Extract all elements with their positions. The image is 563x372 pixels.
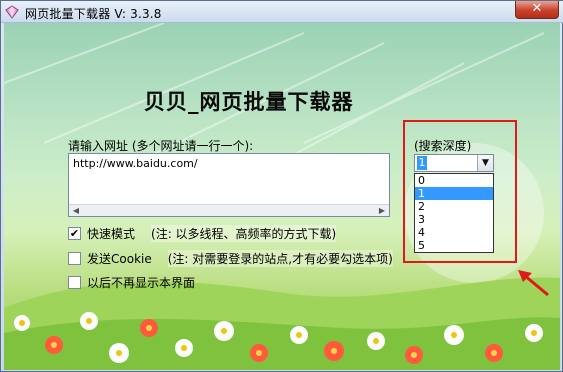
depth-option-4[interactable]: 4 [415,226,493,239]
send-cookie-label: 发送Cookie [87,251,152,266]
send-cookie-checkbox[interactable] [68,251,81,265]
url-input-label: 请输入网址 (多个网址请一行一个): [68,139,254,153]
scroll-right-icon[interactable]: ▶ [376,206,388,216]
depth-option-0[interactable]: 0 [415,174,493,187]
depth-option-3[interactable]: 3 [415,213,493,226]
url-value: http://www.baidu.com/ [73,157,198,170]
page-title: 贝贝_网页批量下载器 [144,90,354,114]
depth-option-2[interactable]: 2 [415,200,493,213]
horizontal-scrollbar[interactable]: ◀ ▶ [69,204,389,216]
option-send-cookie[interactable]: 发送Cookie (注: 对需要登录的站点,才有必要勾选本项) [68,249,393,267]
depth-option-1[interactable]: 1 [415,187,493,200]
close-icon: ✕ [531,1,543,16]
search-depth-value: 1 [417,156,427,170]
option-fast-mode[interactable]: ✔ 快速模式 (注: 以多线程、高频率的方式下载) [68,224,337,242]
red-arrow-icon [518,270,549,297]
search-depth-options[interactable]: 0 1 2 3 4 5 [414,173,494,253]
search-depth-label: (搜索深度) [414,139,472,153]
title-bar[interactable]: 网页批量下载器 V: 3.3.8 ✕ [1,1,563,23]
chevron-down-icon[interactable]: ▼ [477,155,493,171]
dont-show-again-label: 以后不再显示本界面 [87,275,196,290]
fast-mode-label: 快速模式 [87,226,136,241]
client-area: 贝贝_网页批量下载器 请输入网址 (多个网址请一行一个): http://www… [4,23,560,370]
fast-mode-checkbox[interactable]: ✔ [68,226,81,240]
dont-show-again-checkbox[interactable] [68,275,81,289]
scroll-left-icon[interactable]: ◀ [70,206,82,216]
url-textarea[interactable]: http://www.baidu.com/ ◀ ▶ [68,153,390,217]
fast-mode-note: (注: 以多线程、高频率的方式下载) [151,224,337,242]
app-window: 网页批量下载器 V: 3.3.8 ✕ 贝贝_网页批量下载器 请输入网址 (多个网… [0,0,563,372]
option-dont-show-again[interactable]: 以后不再显示本界面 [68,274,211,290]
search-depth-select[interactable]: 1 ▼ [414,154,494,172]
send-cookie-note: (注: 对需要登录的站点,才有必要勾选本项) [167,249,393,267]
window-title: 网页批量下载器 V: 3.3.8 [25,7,162,21]
depth-option-5[interactable]: 5 [415,239,493,252]
close-button[interactable]: ✕ [515,1,559,19]
gem-icon [5,5,19,19]
